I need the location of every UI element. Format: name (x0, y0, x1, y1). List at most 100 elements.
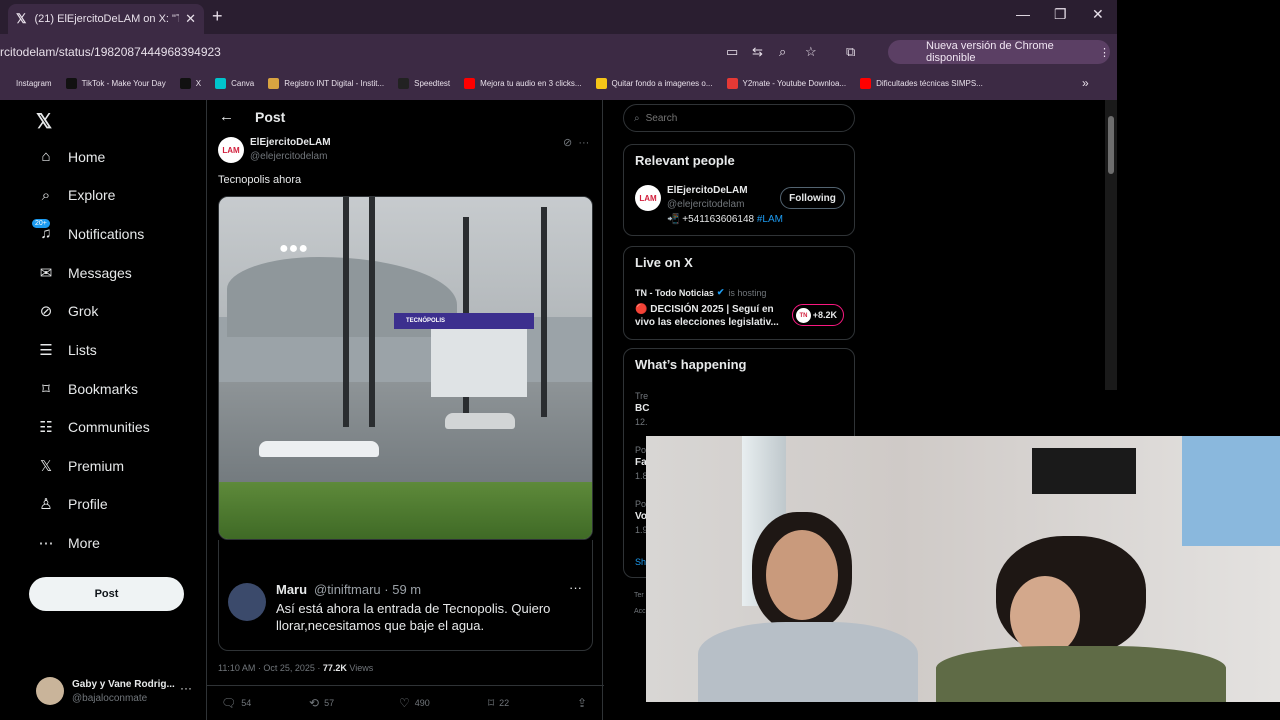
page-scrollbar[interactable] (1105, 100, 1117, 390)
new-tab-icon[interactable]: + (212, 6, 223, 27)
like-count: 490 (414, 698, 430, 708)
more-icon[interactable]: ··· (180, 681, 192, 695)
x-logo-icon[interactable]: 𝕏 (36, 109, 52, 134)
nav-notifications[interactable]: ♫ 20+ Notifications (32, 219, 144, 242)
trend-title[interactable]: BC (635, 403, 649, 414)
quoted-tweet[interactable]: Maru @tiniftmaru · 59 m ··· Así está aho… (218, 540, 593, 651)
zoom-icon[interactable]: ⌕ (779, 44, 786, 60)
post-options[interactable]: ⊘ ··· (563, 136, 589, 149)
nav-messages[interactable]: ✉ Messages (36, 264, 132, 282)
nav-lists[interactable]: ☰ Lists (36, 341, 97, 359)
bookmark-star-icon[interactable]: ☆ (805, 44, 817, 60)
url-text[interactable]: rcitodelam/status/1982087444968394923 (0, 45, 221, 59)
grok-icon[interactable]: ⊘ (563, 137, 572, 149)
share-button[interactable]: ⇪ (577, 696, 592, 710)
nav-home[interactable]: ⌂ Home (36, 148, 105, 165)
bookmark-button[interactable]: ⌑ 22 (488, 696, 509, 710)
nav-communities[interactable]: ☷ Communities (36, 418, 149, 436)
photo-car (445, 413, 515, 429)
divider (207, 685, 604, 686)
tweet-media[interactable]: TECNÓPOLIS ●●● (218, 196, 593, 540)
extensions-icon[interactable]: ⧉ (846, 44, 855, 60)
bookmark-item[interactable]: Registro INT Digital - Instit... (268, 77, 384, 89)
card-title: Live on X (635, 255, 693, 270)
author-avatar[interactable]: LAM (218, 137, 244, 163)
bookmark-label: Canva (231, 78, 255, 88)
browser-tab[interactable]: 𝕏 (21) ElEjercitoDeLAM on X: "Tecnopolis… (8, 4, 204, 34)
show-more-link[interactable]: Sh (635, 557, 646, 567)
bookmark-item[interactable]: TikTok - Make Your Day (65, 77, 166, 89)
relevant-name[interactable]: ElEjercitoDeLAM (667, 185, 748, 196)
bookmark-item[interactable]: Quitar fondo a imagenes o... (595, 77, 713, 89)
nav-premium[interactable]: 𝕏 Premium (36, 457, 124, 475)
live-listeners[interactable]: TN +8.2K (792, 304, 844, 326)
bookmark-item[interactable]: Y2mate - Youtube Downloa... (726, 77, 846, 89)
bookmark-favicon-icon (215, 77, 227, 89)
bookmark-item[interactable]: Speedtest (398, 77, 450, 89)
following-button[interactable]: Following (780, 187, 845, 209)
quote-author-name[interactable]: Maru (276, 582, 307, 597)
relevant-avatar[interactable]: LAM (635, 185, 661, 211)
notification-badge: 20+ (32, 219, 50, 229)
tn-avatar: TN (796, 308, 811, 323)
bio-hashtag[interactable]: #LAM (757, 214, 783, 225)
restore-icon[interactable]: ❐ (1054, 6, 1067, 23)
repost-count: 57 (324, 698, 335, 708)
search-input[interactable] (645, 112, 836, 124)
like-button[interactable]: ♡ 490 (399, 696, 430, 710)
webcam-overlay (646, 436, 1280, 702)
nav-explore[interactable]: ⌕ Explore (36, 187, 116, 204)
footer-terms-link[interactable]: Ter (634, 592, 644, 599)
minimize-icon[interactable]: — (1016, 6, 1030, 22)
back-arrow-icon[interactable]: ← (219, 108, 234, 125)
post-button[interactable]: Post (29, 577, 184, 611)
live-host[interactable]: TN - Todo Noticias ✔ is hosting (635, 287, 766, 298)
repost-icon: ⟲ (309, 696, 320, 710)
photo-pole (541, 207, 547, 417)
quote-avatar[interactable] (228, 583, 266, 621)
heart-icon: ♡ (399, 696, 410, 710)
live-event-title[interactable]: 🔴 DECISIÓN 2025 | Seguí en vivo las elec… (635, 303, 785, 329)
views-count: 77.2K (322, 663, 347, 673)
cam-window (1182, 436, 1280, 546)
bookmark-item[interactable]: Dificultades técnicas SIMPS... (860, 77, 983, 89)
more-icon[interactable]: ··· (569, 580, 582, 595)
nav-more[interactable]: ⋯ More (36, 534, 100, 552)
relevant-handle[interactable]: @elejercitodelam (667, 199, 744, 210)
chrome-update-button[interactable]: Nueva versión de Chrome disponible ⋮ (888, 40, 1110, 64)
photo-flood-water (219, 382, 592, 482)
left-sidebar: 𝕏 ⌂ Home ⌕ Explore ♫ 20+ Notifications ✉ Message… (0, 100, 206, 720)
kebab-menu-icon[interactable]: ⋮ (1099, 46, 1110, 59)
scroll-thumb[interactable] (1108, 116, 1114, 174)
translate-icon[interactable]: ⇆ (752, 44, 763, 60)
more-icon[interactable]: ··· (578, 137, 589, 149)
nav-label: Premium (68, 457, 125, 474)
bookmark-label: Mejora tu audio en 3 clicks... (480, 78, 582, 88)
bookmark-item[interactable]: Instagram (0, 77, 52, 89)
photo-booth (431, 327, 527, 397)
repost-button[interactable]: ⟲ 57 (309, 696, 334, 710)
more-bookmarks-icon[interactable]: » (1082, 76, 1089, 90)
nav-label: Home (68, 148, 106, 165)
bookmark-item[interactable]: Mejora tu audio en 3 clicks... (464, 77, 582, 89)
reply-button[interactable]: 🗨 54 (221, 696, 251, 710)
account-name: Gaby y Vane Rodrig... (72, 679, 175, 690)
footer-accessibility-link[interactable]: Acc (634, 608, 646, 615)
search-box[interactable]: ⌕ (623, 104, 855, 132)
bookmark-label: X (195, 78, 202, 88)
author-handle[interactable]: @elejercitodelam (250, 151, 327, 162)
bookmark-item[interactable]: Canva (215, 77, 255, 89)
cast-icon[interactable]: ▭ (726, 44, 738, 60)
close-tab-icon[interactable]: ✕ (185, 11, 196, 27)
account-switcher[interactable]: Gaby y Vane Rodrig... @bajaloconmate ··· (36, 677, 196, 707)
author-name[interactable]: ElEjercitoDeLAM (250, 137, 331, 148)
bookmarks-bar: Instagram TikTok - Make Your Day X Canva Reg… (0, 72, 1117, 94)
nav-bookmarks[interactable]: ⌑ Bookmarks (36, 380, 138, 398)
close-window-icon[interactable]: ✕ (1092, 6, 1104, 23)
bookmark-item[interactable]: X (179, 77, 202, 89)
person-shirt (698, 622, 918, 702)
trend-title[interactable]: Fa (635, 457, 647, 468)
nav-grok[interactable]: ⊘ Grok (36, 302, 99, 320)
relevant-bio: 📲 +541163606148 #LAM (667, 214, 783, 225)
nav-profile[interactable]: ♙ Profile (36, 495, 107, 513)
